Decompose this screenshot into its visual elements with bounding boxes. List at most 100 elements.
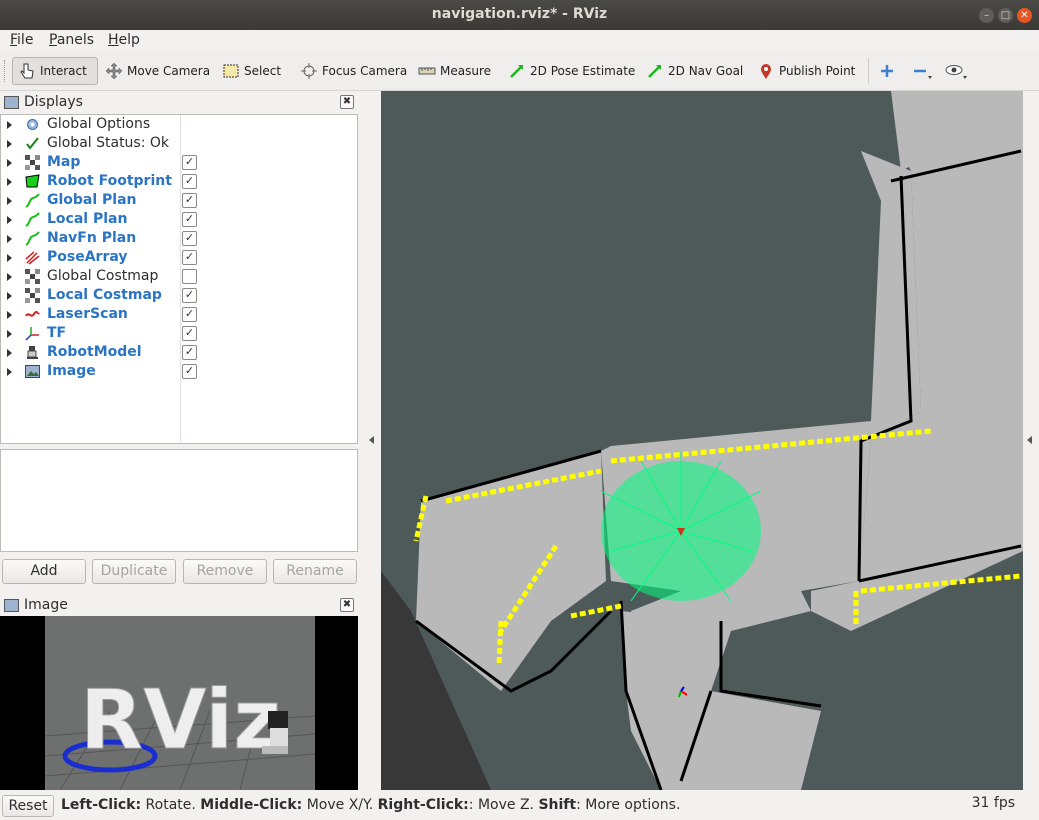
reset-button[interactable]: Reset (2, 795, 54, 817)
display-enabled-checkbox[interactable]: ✓ (182, 250, 197, 265)
display-label: NavFn Plan (47, 230, 137, 246)
expand-arrow-icon[interactable] (7, 349, 12, 357)
add-display-button[interactable]: Add (2, 559, 86, 584)
display-row-tf[interactable]: TF ✓ (1, 324, 357, 343)
display-enabled-checkbox[interactable]: ✓ (182, 193, 197, 208)
ruler-icon (418, 62, 436, 80)
expand-arrow-icon[interactable] (7, 311, 12, 319)
close-icon[interactable]: ✖ (340, 95, 354, 109)
move-camera-tool-button[interactable]: Move Camera (100, 57, 215, 85)
view-options-button[interactable] (944, 57, 967, 85)
display-label: Local Costmap (47, 287, 162, 303)
left-dock-toggle[interactable] (369, 436, 374, 444)
image-panel-header: Image ✖ (0, 595, 358, 615)
display-description-box (0, 449, 358, 552)
expand-arrow-icon[interactable] (7, 140, 12, 148)
display-enabled-checkbox[interactable]: ✓ (182, 174, 197, 189)
move-camera-label: Move Camera (127, 64, 211, 78)
image-icon (25, 364, 40, 379)
image-panel-title: Image (24, 597, 68, 613)
display-label: Global Status: Ok (47, 135, 170, 151)
display-row-global-costmap[interactable]: Global Costmap (1, 267, 357, 286)
expand-arrow-icon[interactable] (7, 254, 12, 262)
expand-arrow-icon[interactable] (7, 197, 12, 205)
display-row-global-status-ok[interactable]: Global Status: Ok (1, 134, 357, 153)
display-row-map[interactable]: Map ✓ (1, 153, 357, 172)
expand-arrow-icon[interactable] (7, 159, 12, 167)
display-label: TF (47, 325, 67, 341)
expand-arrow-icon[interactable] (7, 178, 12, 186)
menu-file[interactable]: File (10, 32, 33, 48)
2d-nav-goal-tool-button[interactable]: 2D Nav Goal (641, 57, 748, 85)
display-row-global-plan[interactable]: Global Plan ✓ (1, 191, 357, 210)
display-row-robot-footprint[interactable]: Robot Footprint ✓ (1, 172, 357, 191)
display-row-local-costmap[interactable]: Local Costmap ✓ (1, 286, 357, 305)
expand-arrow-icon[interactable] (7, 235, 12, 243)
focus-target-icon (300, 62, 318, 80)
hint-action: : Move Z. (468, 797, 539, 813)
select-tool-button[interactable]: Select (217, 57, 286, 85)
display-row-image[interactable]: Image ✓ (1, 362, 357, 381)
mouse-hint-text: Left-Click: Rotate. Middle-Click: Move X… (61, 797, 680, 813)
window-title: navigation.rviz* - RViz (431, 6, 608, 22)
expand-arrow-icon[interactable] (7, 292, 12, 300)
add-tool-button[interactable] (878, 57, 900, 85)
minimize-icon[interactable]: – (979, 8, 994, 23)
display-enabled-checkbox[interactable]: ✓ (182, 231, 197, 246)
2d-pose-estimate-tool-button[interactable]: 2D Pose Estimate (503, 57, 640, 85)
plus-icon (878, 62, 896, 80)
monitor-icon (4, 95, 19, 109)
display-row-laserscan[interactable]: LaserScan ✓ (1, 305, 357, 324)
display-enabled-checkbox[interactable]: ✓ (182, 345, 197, 360)
right-dock-toggle[interactable] (1027, 436, 1032, 444)
expand-arrow-icon[interactable] (7, 368, 12, 376)
green-arrow-icon (646, 62, 664, 80)
display-label: Global Options (47, 116, 151, 132)
duplicate-display-button[interactable]: Duplicate (92, 559, 176, 584)
menu-panels[interactable]: Panels (49, 32, 94, 48)
expand-arrow-icon[interactable] (7, 121, 12, 129)
display-enabled-checkbox[interactable]: ✓ (182, 364, 197, 379)
focus-camera-tool-button[interactable]: Focus Camera (295, 57, 412, 85)
maximize-icon[interactable]: □ (998, 8, 1013, 23)
display-label: LaserScan (47, 306, 128, 322)
fps-counter: 31 fps (971, 795, 1015, 811)
hint-key: Left-Click: (61, 797, 142, 813)
3d-render-view[interactable] (381, 91, 1023, 790)
expand-arrow-icon[interactable] (7, 273, 12, 281)
display-enabled-checkbox[interactable]: ✓ (182, 155, 197, 170)
display-row-global-options[interactable]: Global Options (1, 115, 357, 134)
minus-icon (911, 62, 932, 80)
remove-tool-button[interactable] (911, 57, 933, 85)
close-icon[interactable]: ✕ (1017, 8, 1032, 23)
display-row-local-plan[interactable]: Local Plan ✓ (1, 210, 357, 229)
hint-key: Right-Click: (377, 797, 469, 813)
tf-axes-icon (25, 326, 40, 341)
measure-label: Measure (440, 64, 491, 78)
remove-display-button[interactable]: Remove (183, 559, 267, 584)
measure-tool-button[interactable]: Measure (413, 57, 496, 85)
close-icon[interactable]: ✖ (340, 598, 354, 612)
map-pin-icon (757, 62, 775, 80)
menu-help[interactable]: Help (108, 32, 140, 48)
rename-display-button[interactable]: Rename (273, 559, 357, 584)
display-row-posearray[interactable]: PoseArray ✓ (1, 248, 357, 267)
display-enabled-checkbox[interactable]: ✓ (182, 326, 197, 341)
display-enabled-checkbox[interactable]: ✓ (182, 212, 197, 227)
toolbar-grip[interactable] (4, 60, 8, 82)
focus-camera-label: Focus Camera (322, 64, 408, 78)
display-enabled-checkbox[interactable]: ✓ (182, 307, 197, 322)
green-arrow-icon (508, 62, 526, 80)
expand-arrow-icon[interactable] (7, 216, 12, 224)
interact-tool-button[interactable]: Interact (12, 57, 98, 85)
select-label: Select (244, 64, 282, 78)
pose-array-icon (25, 250, 40, 265)
display-enabled-checkbox[interactable]: ✓ (182, 288, 197, 303)
publish-point-tool-button[interactable]: Publish Point (752, 57, 860, 85)
display-enabled-checkbox[interactable] (182, 269, 197, 284)
grid-map-icon (25, 288, 40, 303)
rviz-logo-text: RViz (80, 673, 281, 768)
expand-arrow-icon[interactable] (7, 330, 12, 338)
display-row-navfn-plan[interactable]: NavFn Plan ✓ (1, 229, 357, 248)
display-row-robotmodel[interactable]: RobotModel ✓ (1, 343, 357, 362)
